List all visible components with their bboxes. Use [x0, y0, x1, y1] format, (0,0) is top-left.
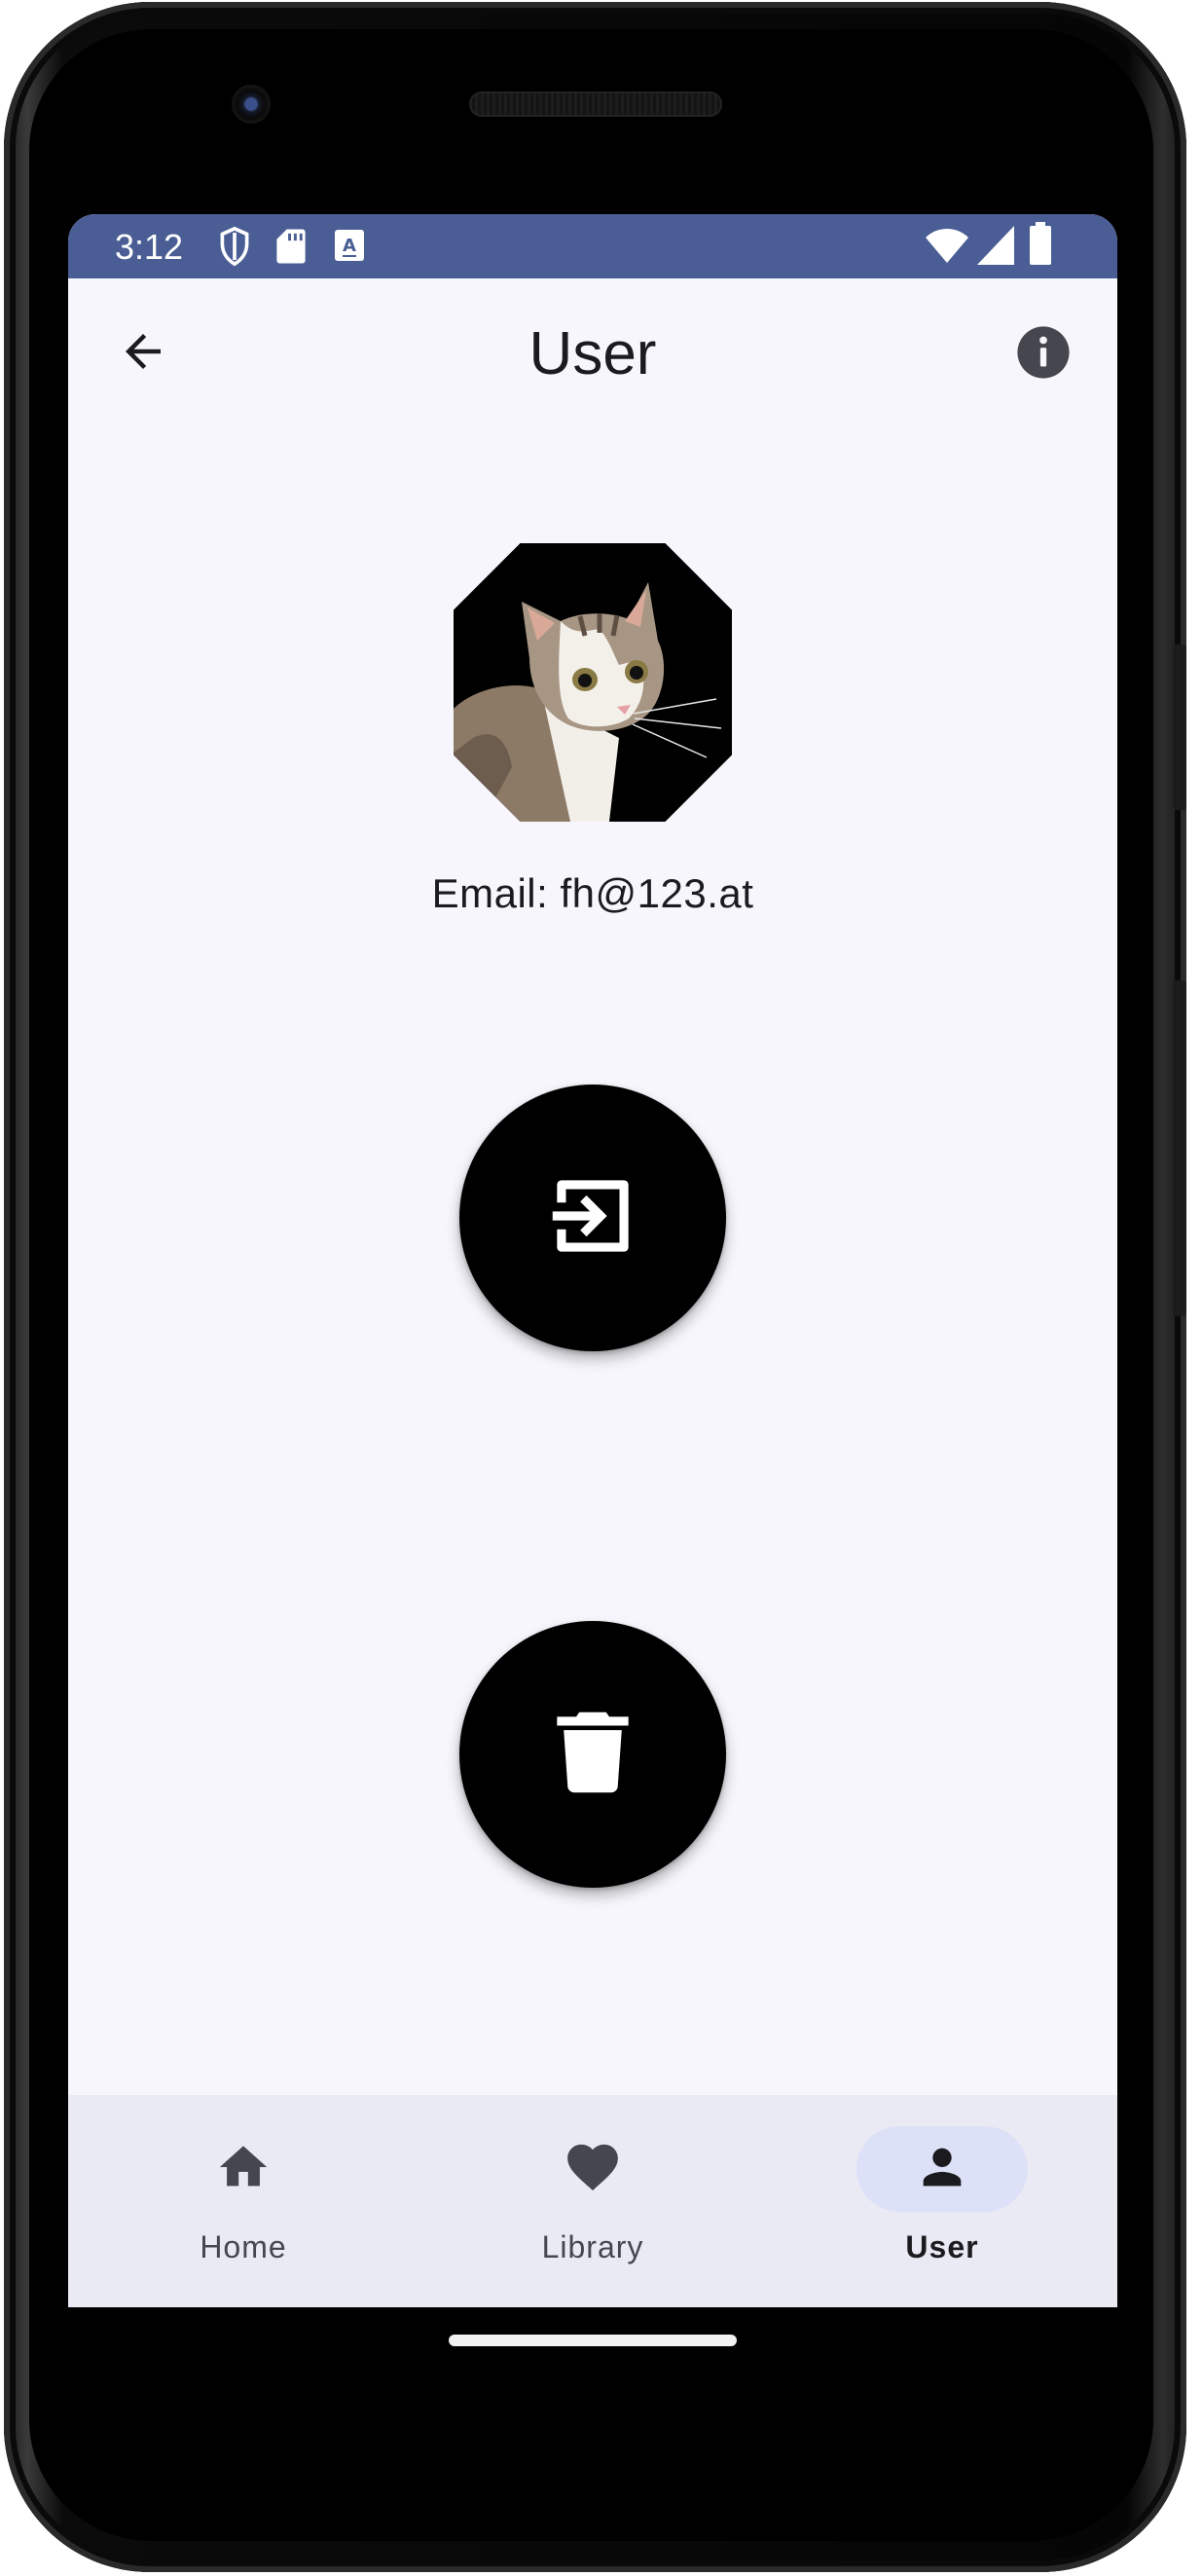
home-indicator[interactable] [449, 2335, 737, 2346]
nav-item-home[interactable]: Home [68, 2095, 419, 2307]
keyboard-a-icon: A [335, 230, 364, 266]
home-icon [215, 2139, 272, 2200]
sd-card-icon [276, 228, 306, 270]
person-icon [914, 2139, 970, 2200]
earpiece-speaker [469, 92, 722, 117]
logout-icon [539, 1162, 646, 1274]
battery-icon [1030, 222, 1051, 270]
top-app-bar: User [68, 278, 1117, 444]
trash-icon [539, 1699, 646, 1811]
info-button[interactable] [1004, 315, 1082, 393]
profile-avatar [454, 543, 732, 822]
cat-photo [454, 543, 732, 822]
info-icon [1015, 324, 1072, 386]
nav-pill-library [507, 2126, 678, 2212]
wifi-icon [925, 228, 969, 270]
status-time: 3:12 [115, 227, 184, 267]
nav-label-home: Home [200, 2229, 287, 2264]
svg-text:A: A [343, 236, 356, 256]
shield-icon [218, 226, 251, 272]
nav-label-library: Library [541, 2229, 644, 2264]
delete-account-button[interactable] [459, 1621, 726, 1888]
status-bar: 3:12 A [68, 214, 1117, 278]
power-button [1173, 644, 1186, 810]
app-screen: 3:12 A User Email: fh@123.at Home Librar… [68, 214, 1117, 2307]
nav-pill-home [158, 2126, 329, 2212]
heart-icon [563, 2137, 623, 2202]
email-label: Email: fh@123.at [431, 870, 754, 916]
logout-button[interactable] [459, 1085, 726, 1351]
bottom-navigation: Home Library User [68, 2095, 1117, 2307]
front-camera [232, 85, 271, 124]
nav-item-library[interactable]: Library [418, 2095, 768, 2307]
volume-button [1173, 980, 1186, 1316]
nav-item-user[interactable]: User [767, 2095, 1117, 2307]
nav-label-user: User [905, 2229, 979, 2264]
nav-pill-user [856, 2126, 1028, 2212]
page-title: User [528, 320, 657, 387]
cell-signal-icon [977, 226, 1014, 270]
